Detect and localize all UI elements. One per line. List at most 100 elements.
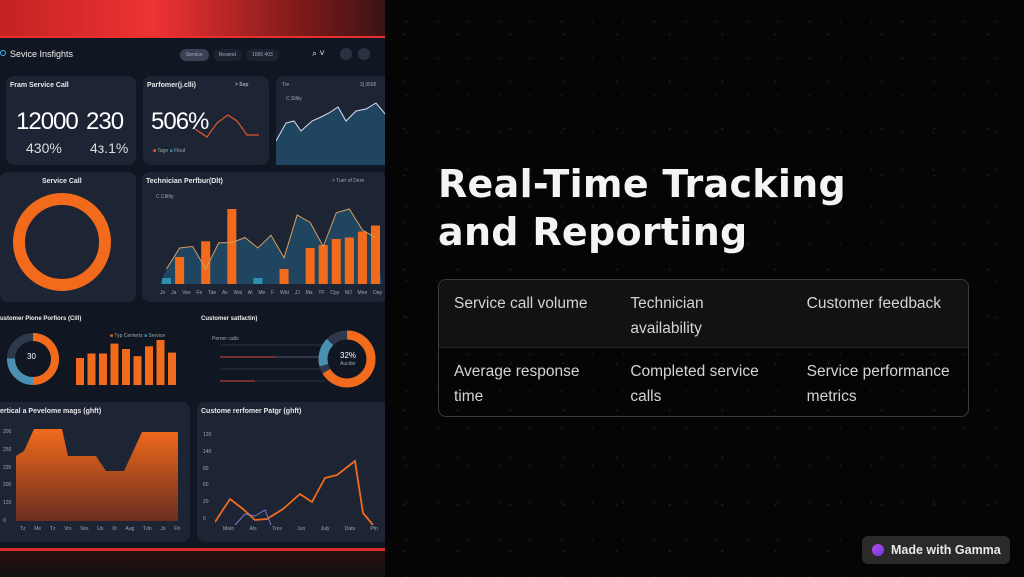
table-cell: Customer feedback (806, 295, 942, 312)
made-with-gamma-badge[interactable]: Made with Gamma (862, 536, 1010, 564)
area-title: ertical a Pevelome mags (ghft) (0, 408, 102, 415)
phone-bars (76, 340, 176, 385)
area-x-label: Aug (125, 526, 135, 532)
table-row: Average response time Completed service … (439, 348, 968, 416)
bottom-glow (0, 551, 385, 577)
area-x-label: Tz (20, 526, 26, 532)
tech-x-label: TF (318, 290, 325, 296)
tech-x-label: Jn (160, 290, 166, 296)
tech-x-label: Tae (208, 290, 217, 296)
tech-x-label: At (247, 290, 253, 296)
features-table: Service call volume Technician availabil… (438, 279, 969, 417)
phone-title: ustomer Pione Porfiors (Cill) (0, 316, 82, 322)
area-y-label: 200 (3, 482, 12, 489)
satisfaction-value: 32% (340, 351, 357, 360)
tech-bar (370, 225, 380, 284)
tech-x-label: Wtd (280, 290, 289, 296)
phone-legend: ■ Typ Centerts ■ Service (110, 333, 166, 339)
kpi-value-2: 230 (86, 108, 124, 135)
lock-icon (340, 48, 352, 60)
service-call-donut (13, 193, 111, 291)
phone-bar (145, 346, 153, 385)
area-x-label: Xt (112, 526, 117, 532)
line-x-label: Ptn (370, 526, 378, 532)
phone-bar (168, 352, 176, 385)
tech-x-label: Ja (171, 290, 177, 296)
phone-bar (156, 340, 165, 385)
phone-bar (76, 358, 84, 385)
tech-bar (253, 278, 263, 284)
phone-bar (122, 349, 130, 385)
tech-x-label: Cpy (330, 290, 340, 296)
tech-bar (318, 245, 328, 284)
line-y-label: 140 (203, 448, 212, 455)
tech-bar (331, 239, 341, 284)
tech-bar (279, 269, 289, 284)
badge-label: Made with Gamma (891, 543, 1001, 557)
area-x-label: Jo (160, 526, 166, 532)
tech-x-label: F (271, 290, 275, 296)
tab-range: 1066 403 (245, 49, 279, 61)
phone-bar (87, 353, 96, 385)
area-y-label: 235 (3, 464, 12, 471)
line-x-label: Jun (297, 526, 306, 532)
tech-x-label: Ves (182, 290, 191, 296)
perf-line (195, 114, 259, 138)
gamma-logo-icon (872, 544, 884, 556)
technician-card: Technician Perfbur(Dlt) > Tuer of Dere C… (142, 172, 385, 302)
dashboard-image: Sevice Insfights Service Resend 1066 403… (0, 0, 385, 577)
table-cell: Service performance metrics (806, 363, 950, 405)
clip-icon (358, 48, 370, 60)
perf-legend: ■ Tage ■ Flout (153, 148, 186, 154)
line-x-label: July (320, 526, 330, 532)
area-y-label: 250 (3, 446, 12, 453)
service-call-card: Service Call (0, 172, 136, 302)
table-cell: Technician availability (630, 295, 704, 337)
kpi-sub-1: 430% (26, 140, 62, 156)
line-title: Custome rerfomer Patgr (ghft) (201, 408, 302, 415)
service-call-title: Service Call (42, 178, 82, 185)
tech-x-label: JJ (294, 290, 300, 296)
table-cell: Completed service calls (630, 363, 759, 405)
area-card: ertical a Pevelome mags (ghft) 200 250 235… (0, 402, 190, 542)
area-x-label: Tdo (143, 526, 152, 532)
search-icon: ⌕ ˅ (312, 48, 325, 58)
line-x-label: Dats (344, 526, 356, 532)
tech-bar (305, 248, 315, 284)
area-y-label: 120 (3, 500, 12, 507)
area-x-label: Vrs (64, 526, 72, 532)
line-x-label: Tres (272, 526, 282, 532)
line-y-label: 60 (203, 482, 209, 489)
kpi-sub-2: 4з.1% (90, 140, 129, 156)
satisfaction-sub-label: Aucder (340, 361, 356, 367)
tech-bar (344, 237, 354, 284)
phone-bar (99, 353, 107, 385)
table-cell: Average response time (454, 363, 580, 405)
line-chart (215, 459, 374, 525)
tech-bar (357, 231, 367, 284)
slide-title: Real-Time Tracking and Reporting (438, 162, 847, 254)
line-y-label: 0 (203, 515, 206, 522)
tab-resend: Resend (212, 49, 242, 61)
tech-bar (162, 278, 172, 284)
area-x-label: Tz (49, 526, 56, 532)
header-glow (0, 0, 385, 38)
performance-card: Parfomer(j.clli) > Sep 506% ■ Tage ■ Flo… (143, 76, 269, 165)
tab-service: Service (180, 49, 209, 61)
tech-bar (227, 209, 237, 284)
app-title: Sevice Insfights (10, 49, 74, 59)
trend-range: 2j 3565 (360, 82, 377, 88)
table-row: Service call volume Technician availabil… (439, 280, 968, 348)
app-logo-icon (0, 50, 6, 56)
area-x-label: Ves (80, 526, 89, 532)
phone-bar (133, 356, 142, 385)
tech-x-label: Ma (305, 290, 313, 296)
area-x-label: Fti (174, 526, 180, 532)
tech-x-label: Wal (233, 290, 242, 296)
tech-x-label: Fe (196, 290, 203, 296)
satisfaction-lines (220, 344, 325, 382)
trend-card: Tre 2j 3565 C.Stlity (276, 76, 385, 165)
kpi-value-1: 12000 (16, 108, 79, 135)
line-y-label: 20 (203, 499, 209, 506)
area-x-label: Me (34, 526, 42, 532)
